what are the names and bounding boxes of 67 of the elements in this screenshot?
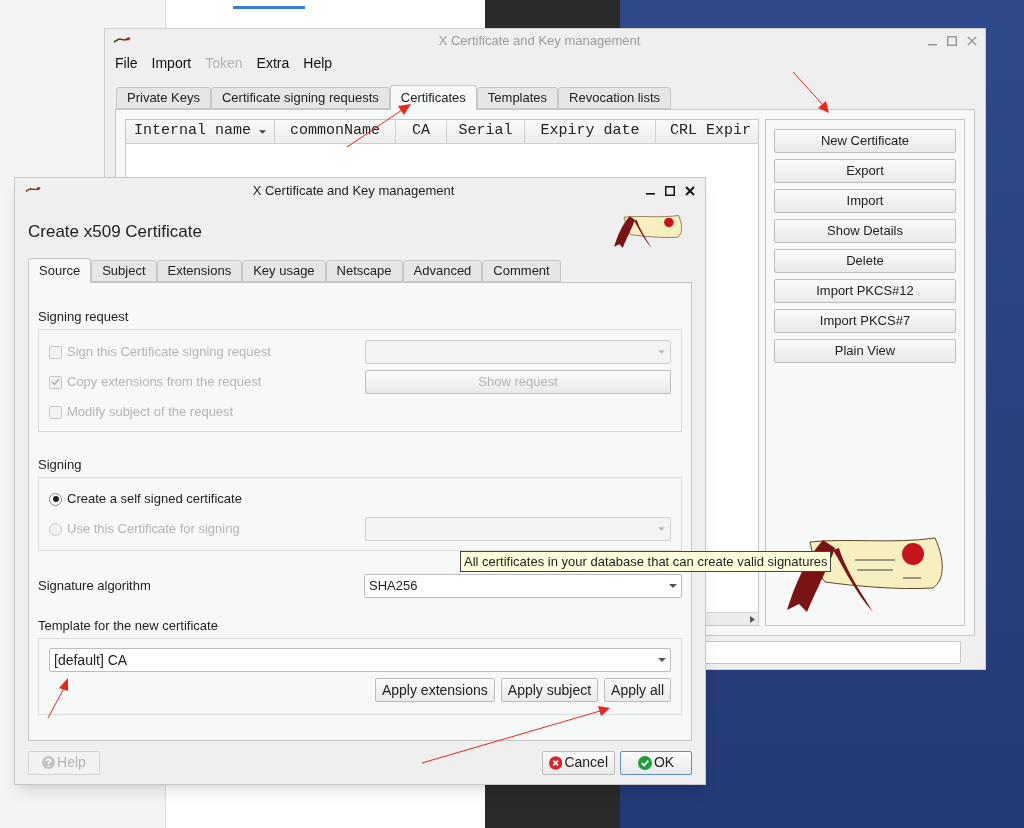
menu-item[interactable]: Import — [151, 53, 192, 74]
tab[interactable]: Key usage — [242, 260, 326, 282]
action-button[interactable]: Delete — [774, 249, 956, 273]
tab[interactable]: Subject — [91, 260, 157, 282]
tab[interactable]: Private Keys — [116, 87, 211, 109]
radio-label: Use this Certificate for signing — [67, 520, 240, 539]
section-label: Signing — [38, 457, 83, 473]
apply-button[interactable]: Apply all — [604, 678, 671, 702]
field-label: Signature algorithm — [38, 577, 152, 596]
radio-button[interactable] — [49, 492, 62, 506]
window-tab-indicator — [233, 6, 305, 9]
dropdown-arrow-icon — [658, 350, 665, 354]
scroll-right-icon[interactable] — [750, 615, 755, 623]
action-button[interactable]: Import — [774, 189, 956, 213]
section-label: Template for the new certificate — [38, 618, 219, 634]
tab[interactable]: Revocation lists — [558, 87, 672, 109]
radio-label: Create a self signed certificate — [67, 490, 242, 509]
action-button[interactable]: Show Details — [774, 219, 956, 243]
apply-button[interactable]: Apply subject — [500, 678, 599, 702]
menu-item[interactable]: File — [115, 53, 138, 74]
section-label: Signing request — [38, 309, 130, 325]
column-header[interactable]: CRL Expir — [656, 120, 758, 144]
tab[interactable]: Certificate signing requests — [211, 87, 390, 109]
maximize-icon[interactable] — [665, 185, 675, 196]
action-button[interactable]: Plain View — [774, 339, 956, 363]
tab[interactable]: Source — [28, 258, 92, 283]
dropdown-value: SHA256 — [369, 577, 419, 596]
column-header[interactable]: Serial — [447, 120, 525, 144]
checkbox-label: Sign this Certificate signing request — [67, 343, 271, 362]
action-button[interactable]: Export — [774, 159, 956, 183]
tooltip: All certificates in your database that can create valid signatures — [460, 551, 832, 572]
tab[interactable]: Extensions — [156, 260, 243, 282]
dropdown-arrow-icon — [658, 527, 665, 531]
action-button[interactable]: Import PKCS#7 — [774, 309, 956, 333]
annotation-arrow — [47, 678, 68, 719]
template-dropdown[interactable]: [default] CA — [49, 648, 671, 672]
dialog-heading: Create x509 Certificate — [28, 221, 202, 244]
close-icon[interactable] — [685, 185, 695, 196]
apply-button[interactable]: Apply extensions — [374, 678, 495, 702]
tab[interactable]: Certificates — [389, 85, 477, 110]
window-title: X Certificate and Key management — [438, 32, 641, 51]
cancel-icon — [549, 755, 563, 770]
app-icon — [113, 36, 131, 46]
checkbox-label: Modify subject of the request — [67, 403, 234, 422]
column-header[interactable]: Internal name — [126, 120, 275, 144]
check-icon — [637, 755, 652, 770]
signature-algorithm-dropdown[interactable]: SHA256 — [364, 574, 682, 598]
column-header[interactable]: Expiry date — [525, 120, 656, 144]
cancel-button[interactable]: Cancel — [542, 750, 615, 775]
tab[interactable]: Netscape — [325, 260, 403, 282]
annotation-arrow — [792, 71, 829, 113]
checkbox-label: Copy extensions from the request — [67, 373, 262, 392]
menu-item[interactable]: Extra — [256, 53, 290, 74]
dropdown-value: [default] CA — [54, 650, 129, 670]
dropdown-arrow-icon — [669, 584, 677, 588]
sort-indicator-icon — [259, 129, 266, 134]
column-header[interactable]: CA — [396, 120, 447, 144]
tab[interactable]: Templates — [476, 87, 559, 109]
action-button[interactable]: New Certificate — [774, 129, 956, 153]
window-title: X Certificate and Key management — [252, 181, 455, 200]
help-icon — [42, 756, 56, 769]
menu-item[interactable]: Help — [303, 53, 333, 74]
action-button[interactable]: Import PKCS#12 — [774, 279, 956, 303]
tab[interactable]: Comment — [482, 260, 561, 282]
ok-button[interactable]: OK — [620, 750, 692, 775]
tab[interactable]: Advanced — [402, 260, 483, 282]
dropdown-arrow-icon — [658, 658, 666, 662]
